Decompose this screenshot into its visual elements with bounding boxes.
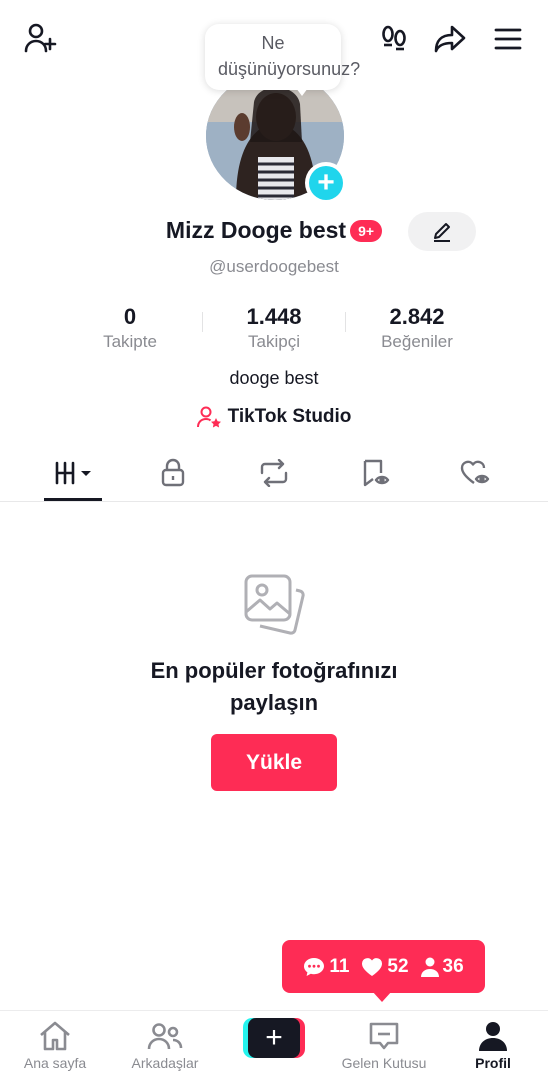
add-story-button[interactable]: +	[305, 162, 347, 204]
lock-icon	[161, 458, 185, 487]
stat-value: 0	[123, 304, 137, 329]
thought-bubble-text: Ne düşünüyorsunuz?	[218, 33, 361, 79]
tab-liked[interactable]	[450, 452, 500, 494]
profile-icon	[479, 1022, 507, 1051]
nav-inbox-label: Gelen Kutusu	[341, 1055, 427, 1071]
nav-profile[interactable]: Profil	[438, 1011, 548, 1080]
liked-icon	[460, 460, 490, 484]
nav-home-label: Ana sayfa	[23, 1055, 87, 1071]
person-icon	[420, 957, 439, 977]
profile-handle: @userdoogebest	[209, 257, 339, 276]
pencil-icon	[434, 222, 450, 242]
nav-home[interactable]: Ana sayfa	[0, 1011, 110, 1080]
share-icon[interactable]	[430, 20, 470, 58]
stat-likes[interactable]: 2.842 Beğeniler	[342, 304, 492, 352]
activity-notification[interactable]: 11 52 36	[282, 940, 485, 993]
bubble-tail	[296, 88, 308, 96]
stat-value: 2.842	[389, 304, 445, 329]
comment-icon	[304, 957, 325, 976]
upload-button[interactable]: Yükle	[211, 734, 337, 791]
heart-icon	[362, 957, 383, 976]
menu-icon[interactable]	[488, 20, 528, 58]
tab-favorites[interactable]	[350, 452, 400, 494]
activity-followers: 36	[420, 955, 464, 978]
home-icon	[40, 1021, 70, 1051]
stat-value: 1.448	[246, 304, 302, 329]
create-plus-icon: +	[248, 1018, 300, 1058]
nav-profile-label: Profil	[475, 1055, 511, 1071]
likes-count: 52	[387, 955, 409, 977]
repost-icon	[260, 459, 288, 487]
tiktok-studio-link[interactable]: TikTok Studio	[0, 405, 548, 429]
profile-name: Mizz Dooge best	[165, 217, 347, 243]
favorites-icon	[363, 459, 390, 487]
stat-followers[interactable]: 1.448 Takipçi	[199, 304, 349, 352]
studio-user-star-icon	[196, 406, 221, 428]
notification-badge[interactable]: 9+	[350, 219, 383, 242]
activity-comments: 11	[303, 956, 349, 978]
comments-count: 11	[329, 955, 350, 977]
footprints-icon[interactable]	[374, 20, 414, 58]
edit-profile-button[interactable]	[408, 212, 476, 251]
add-friend-icon[interactable]	[20, 18, 60, 58]
empty-state-title: En popüler fotoğrafınızı paylaşın	[0, 655, 548, 719]
followers-count: 36	[442, 955, 464, 977]
tab-private[interactable]	[148, 452, 198, 494]
nav-friends-label: Arkadaşlar	[131, 1055, 199, 1071]
divider	[0, 501, 548, 502]
friends-icon	[147, 1023, 183, 1050]
nav-friends[interactable]: Arkadaşlar	[110, 1011, 220, 1080]
create-button[interactable]: +	[243, 1018, 305, 1058]
activity-tail	[372, 991, 392, 1002]
profile-bio: dooge best	[229, 368, 319, 388]
thought-bubble[interactable]: Ne düşünüyorsunuz?	[205, 24, 361, 90]
stat-label: Takipte	[103, 332, 157, 351]
plus-icon: +	[309, 166, 343, 200]
stat-label: Beğeniler	[381, 332, 453, 351]
photos-icon	[244, 574, 305, 635]
stat-following[interactable]: 0 Takipte	[55, 304, 205, 352]
tab-videos[interactable]	[44, 452, 102, 494]
nav-inbox[interactable]: Gelen Kutusu	[329, 1011, 439, 1080]
stat-label: Takipçi	[248, 332, 300, 351]
inbox-icon	[369, 1022, 399, 1050]
studio-label: TikTok Studio	[227, 406, 352, 427]
activity-likes: 52	[361, 955, 409, 978]
tab-reposts[interactable]	[249, 452, 299, 494]
empty-state-text: En popüler fotoğrafınızı paylaşın	[150, 658, 398, 715]
videos-grid-icon	[55, 461, 91, 485]
